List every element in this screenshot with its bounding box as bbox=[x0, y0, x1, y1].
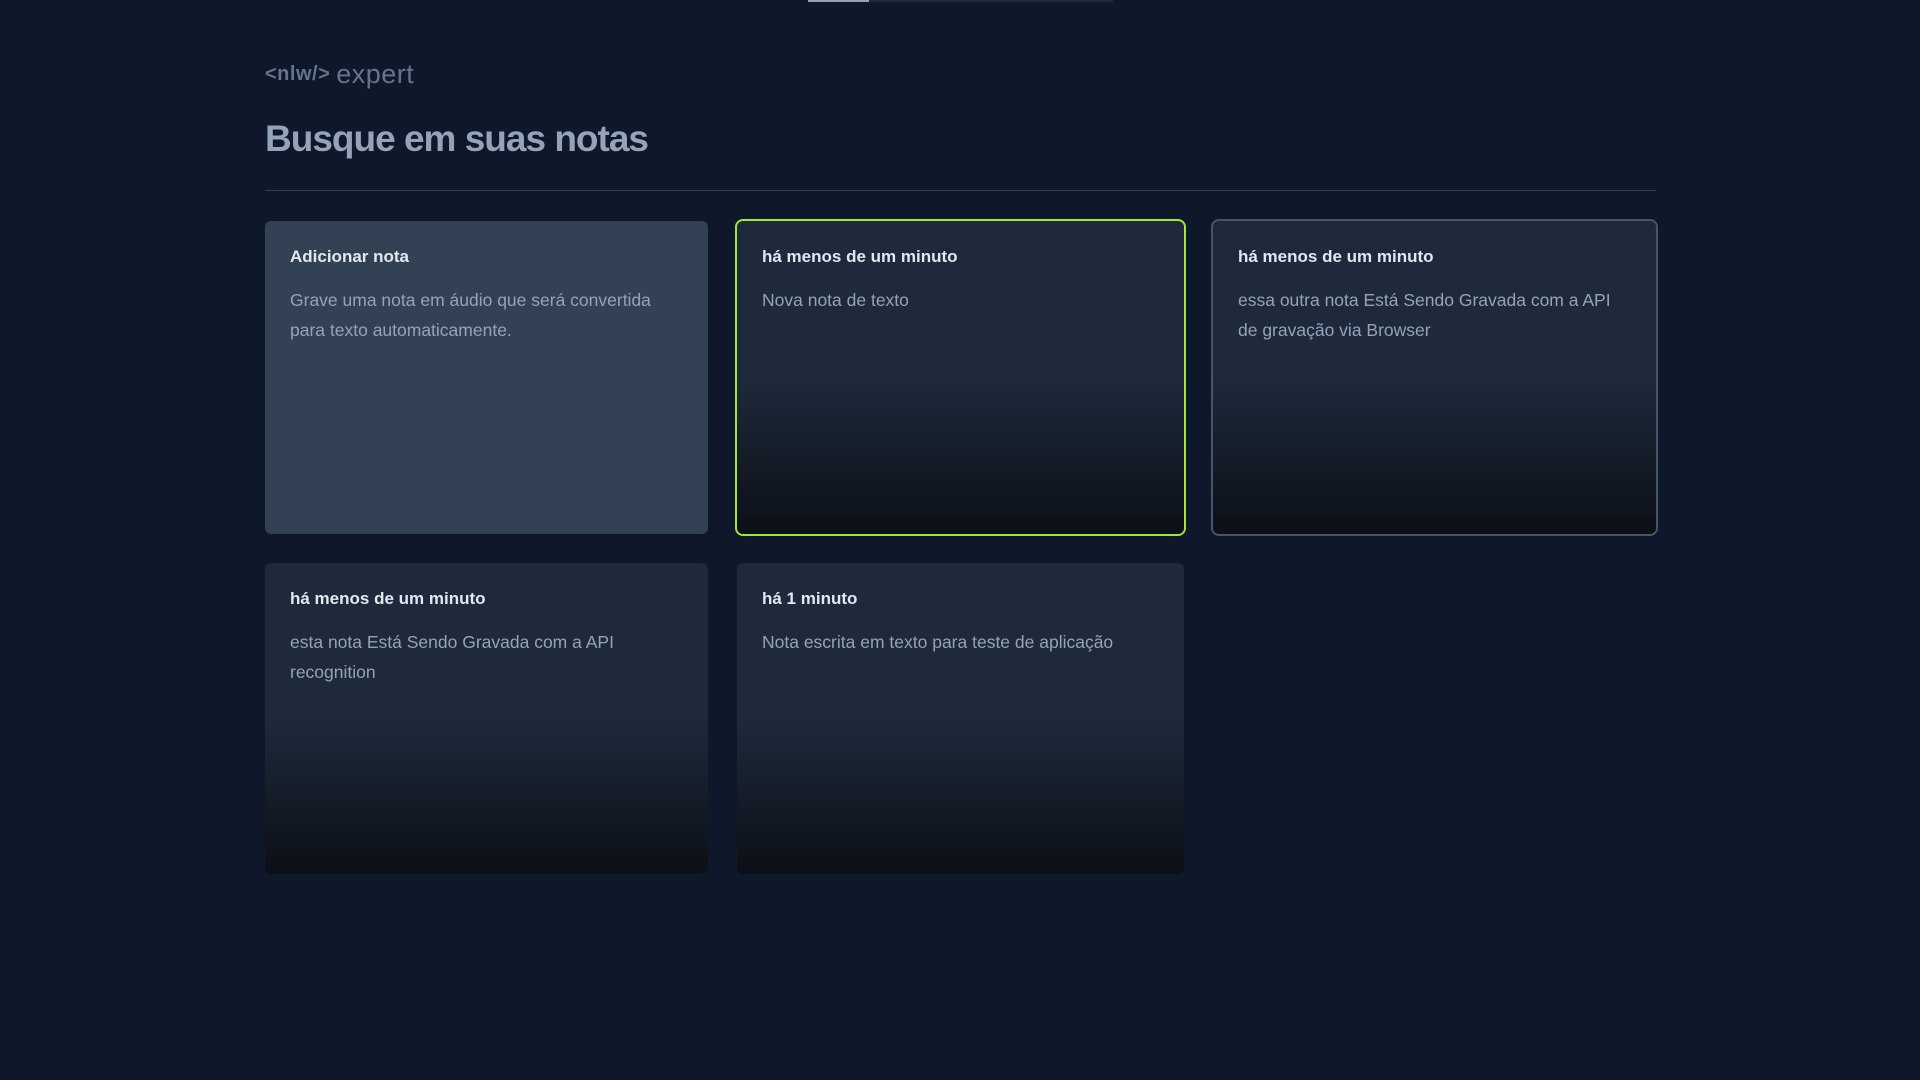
note-content: Nota escrita em texto para teste de apli… bbox=[762, 632, 1114, 652]
logo: <nlw/> expert bbox=[265, 56, 1656, 92]
note-date: há menos de um minuto bbox=[1238, 247, 1434, 266]
note-date: há 1 minuto bbox=[762, 589, 858, 608]
note-date: há menos de um minuto bbox=[290, 589, 486, 608]
add-note-card[interactable]: Adicionar nota Grave uma nota em áudio q… bbox=[265, 221, 708, 534]
note-content: essa outra nota Está Sendo Gravada com a… bbox=[1238, 290, 1611, 340]
divider bbox=[265, 190, 1656, 191]
note-card[interactable]: há menos de um minuto esta nota Está Sen… bbox=[265, 563, 708, 874]
note-content: Nova nota de texto bbox=[762, 290, 909, 310]
progress-bar-fill bbox=[808, 0, 869, 2]
progress-bar bbox=[808, 0, 1113, 2]
add-note-description: Grave uma nota em áudio que será convert… bbox=[290, 290, 651, 340]
note-date: há menos de um minuto bbox=[762, 247, 958, 266]
note-content: esta nota Está Sendo Gravada com a API r… bbox=[290, 632, 614, 682]
logo-word: expert bbox=[336, 58, 415, 89]
search-input[interactable]: Busque em suas notas bbox=[265, 118, 1656, 160]
notes-grid: Adicionar nota Grave uma nota em áudio q… bbox=[265, 219, 1658, 874]
logo-code: <nlw/> bbox=[265, 62, 331, 85]
note-card[interactable]: há menos de um minuto Nova nota de texto bbox=[735, 219, 1186, 536]
note-card[interactable]: há menos de um minuto essa outra nota Es… bbox=[1211, 219, 1658, 536]
note-card[interactable]: há 1 minuto Nota escrita em texto para t… bbox=[737, 563, 1184, 874]
main-container: <nlw/> expert Busque em suas notas Adici… bbox=[265, 56, 1658, 874]
add-note-title: Adicionar nota bbox=[290, 247, 410, 266]
